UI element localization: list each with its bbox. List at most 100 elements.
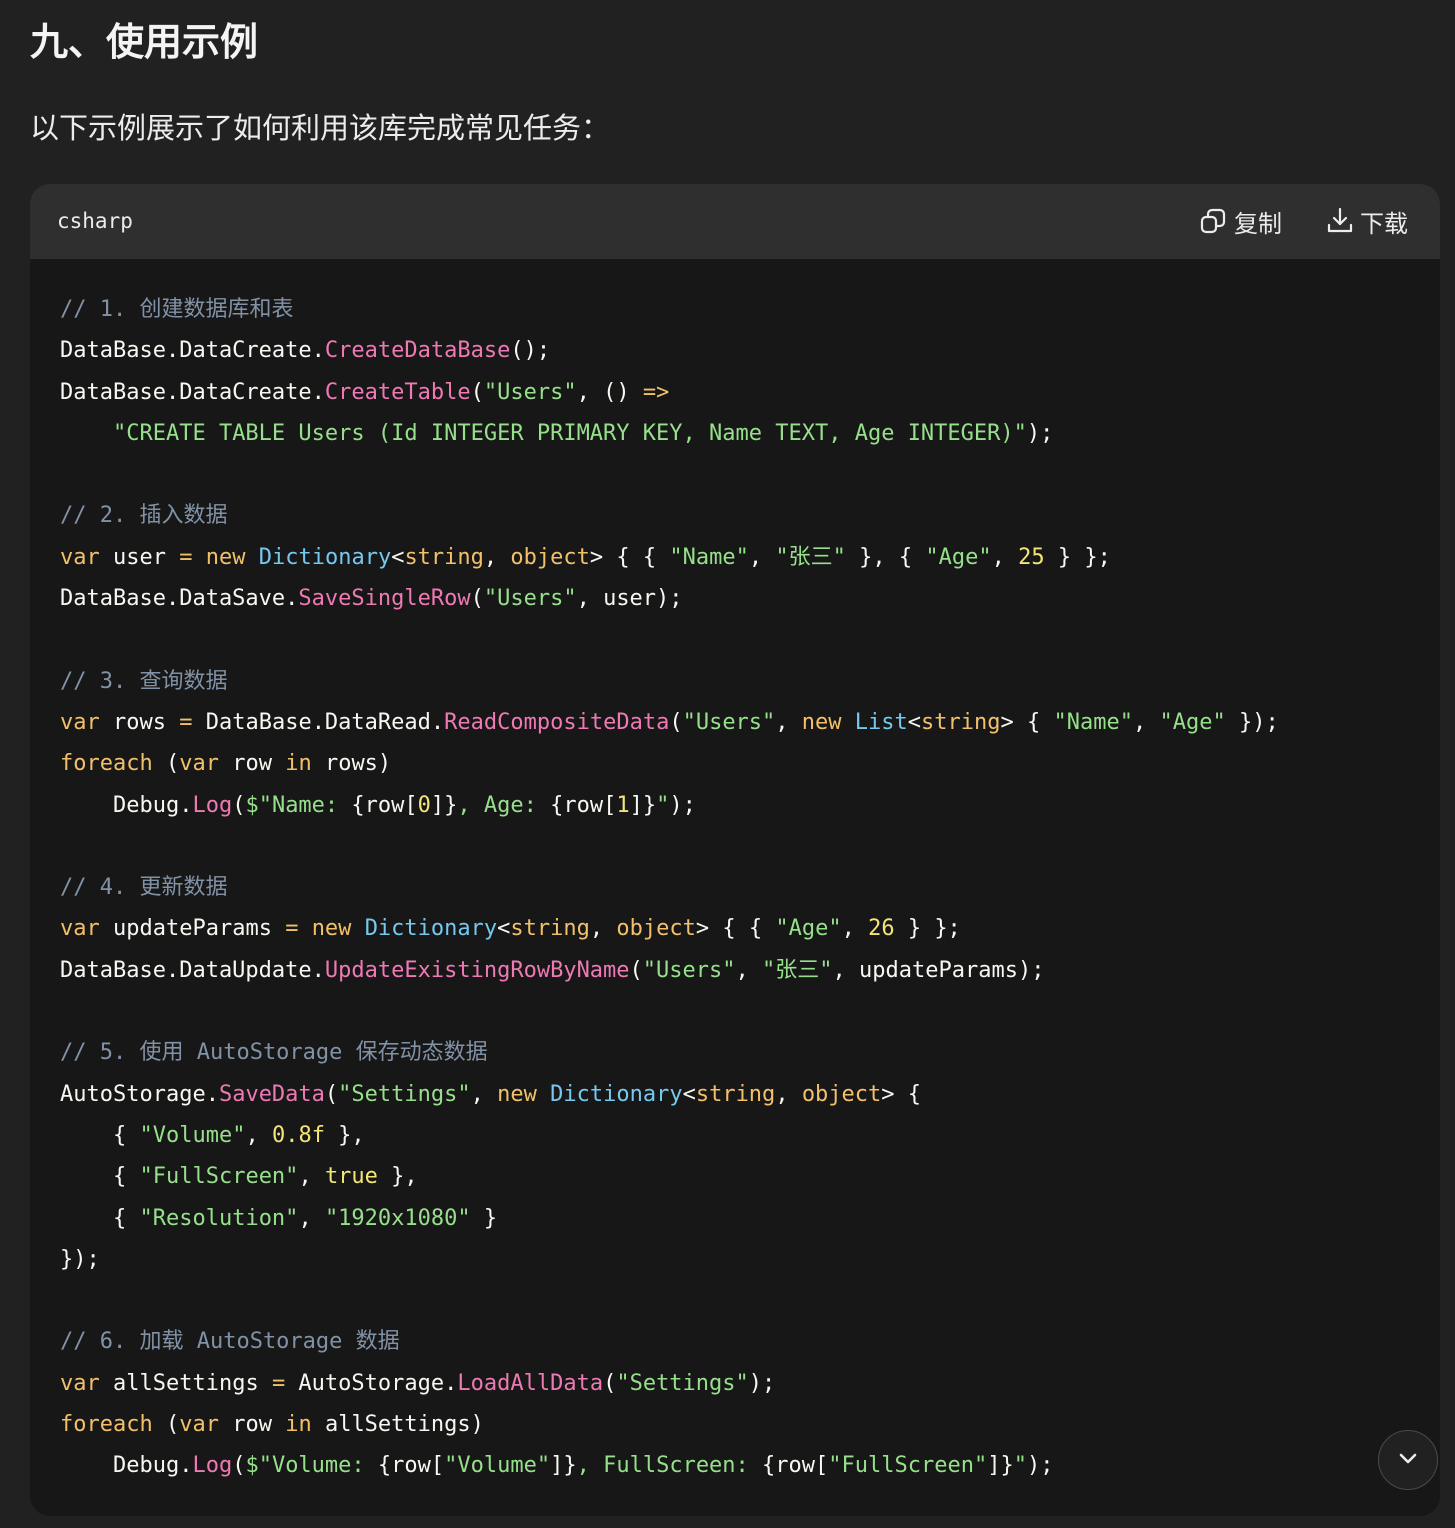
code-token: ( xyxy=(152,751,180,777)
code-block-header: csharp 复制 下载 xyxy=(30,184,1440,259)
code-token: , xyxy=(748,544,776,570)
code-line: foreach (var row in allSettings) xyxy=(60,1404,1430,1445)
code-token: "Users" xyxy=(483,586,577,612)
code-comment-line: // 1. 创建数据库和表 xyxy=(60,289,1430,330)
code-token: = xyxy=(285,916,299,942)
code-line: Debug.Log($"Name: {row[0]}, Age: {row[1]… xyxy=(60,785,1430,826)
code-token: , () xyxy=(576,379,643,405)
code-token: Dictionary xyxy=(364,916,498,942)
code-token: = xyxy=(179,544,193,570)
code-token: LoadAllData xyxy=(457,1370,604,1396)
code-token: 0.8f xyxy=(271,1122,325,1148)
code-token: "张三" xyxy=(775,544,846,570)
code-token: { xyxy=(60,1164,140,1190)
code-token: , xyxy=(775,1081,802,1107)
code-token: ]} xyxy=(550,1453,577,1479)
code-token: < xyxy=(682,1081,696,1107)
code-token: " xyxy=(1013,1453,1027,1479)
code-token: ); xyxy=(748,1370,776,1396)
code-line: DataBase.DataCreate.CreateDataBase(); xyxy=(60,330,1430,371)
code-token: var xyxy=(60,709,100,735)
code-token: // 3. 查询数据 xyxy=(60,668,228,694)
code-token: // 6. 加载 AutoStorage 数据 xyxy=(60,1329,400,1355)
code-token: }); xyxy=(1225,709,1279,735)
code-token: ( xyxy=(232,792,246,818)
code-comment-line: // 2. 插入数据 xyxy=(60,495,1430,536)
code-line: { "Volume", 0.8f }, xyxy=(60,1115,1430,1156)
code-token: user xyxy=(99,544,180,570)
code-line: { "FullScreen", true }, xyxy=(60,1156,1430,1197)
code-token: row xyxy=(218,1412,286,1438)
code-token: ]} xyxy=(987,1453,1014,1479)
code-token: List xyxy=(854,709,908,735)
code-token: }, xyxy=(324,1122,365,1148)
code-token: Debug. xyxy=(60,1453,193,1479)
code-token: , xyxy=(735,957,763,983)
code-token: foreach xyxy=(60,751,153,777)
code-token: {row[ xyxy=(550,792,617,818)
code-token: row xyxy=(218,751,286,777)
code-token: // 2. 插入数据 xyxy=(60,503,228,529)
code-token: "Resolution" xyxy=(139,1205,299,1231)
code-token: 25 xyxy=(1018,544,1045,570)
code-token: in xyxy=(285,1412,312,1438)
code-token: "FullScreen" xyxy=(139,1164,299,1190)
code-token: " xyxy=(656,792,670,818)
code-token: 0 xyxy=(417,792,431,818)
copy-button-label: 复制 xyxy=(1234,209,1282,238)
code-token: // 1. 创建数据库和表 xyxy=(60,297,294,322)
code-token: {row[ xyxy=(762,1453,829,1479)
code-token: Debug. xyxy=(60,792,193,818)
code-token: rows xyxy=(99,709,180,735)
code-token: var xyxy=(179,751,219,777)
code-line: { "Resolution", "1920x1080" } xyxy=(60,1198,1430,1239)
section-heading: 九、使用示例 xyxy=(30,20,259,64)
code-token: CreateDataBase xyxy=(324,338,511,364)
code-token: , updateParams); xyxy=(832,957,1045,983)
code-token: , xyxy=(470,1081,498,1107)
code-token: , xyxy=(483,544,511,570)
code-token: "Users" xyxy=(642,957,736,983)
code-token: Log xyxy=(192,792,233,818)
code-token: }, { xyxy=(845,544,926,570)
code-token: > { { xyxy=(695,916,776,942)
code-token: Dictionary xyxy=(258,544,392,570)
code-token: updateParams xyxy=(99,916,286,942)
code-token: CreateTable xyxy=(324,379,471,405)
code-token: } }; xyxy=(1044,544,1111,570)
code-token: SaveSingleRow xyxy=(298,586,471,612)
code-token: => xyxy=(642,379,670,405)
download-button[interactable]: 下载 xyxy=(1324,203,1408,239)
code-token: // 4. 更新数据 xyxy=(60,875,228,901)
code-token: "Users" xyxy=(682,709,776,735)
code-token: "Volume" xyxy=(444,1453,551,1479)
code-token: new xyxy=(497,1081,537,1107)
code-token: "CREATE TABLE Users (Id INTEGER PRIMARY … xyxy=(112,420,1027,446)
code-token: true xyxy=(324,1164,378,1190)
section-intro: 以下示例展示了如何利用该库完成常见任务： xyxy=(30,111,611,145)
code-token: , FullScreen: xyxy=(576,1453,763,1479)
download-button-label: 下载 xyxy=(1360,209,1408,238)
code-token: < xyxy=(907,709,922,735)
code-token: , xyxy=(1132,709,1160,735)
code-line: }); xyxy=(60,1239,1430,1280)
code-token: "Settings" xyxy=(616,1370,749,1396)
code-token: $"Name: xyxy=(245,792,352,818)
code-token: , xyxy=(589,916,617,942)
scroll-down-button[interactable] xyxy=(1378,1430,1438,1490)
code-token: < xyxy=(391,544,405,570)
code-token: DataBase.DataUpdate. xyxy=(60,957,325,983)
copy-button[interactable]: 复制 xyxy=(1198,203,1282,239)
code-token: // 5. 使用 AutoStorage 保存动态数据 xyxy=(60,1040,488,1066)
chevron-down-icon xyxy=(1396,1446,1420,1474)
code-token: "Volume" xyxy=(139,1122,246,1148)
code-token: "Age" xyxy=(775,916,842,942)
code-token: , xyxy=(991,544,1019,570)
code-token: ]} xyxy=(629,792,657,818)
code-token: new xyxy=(801,709,842,735)
